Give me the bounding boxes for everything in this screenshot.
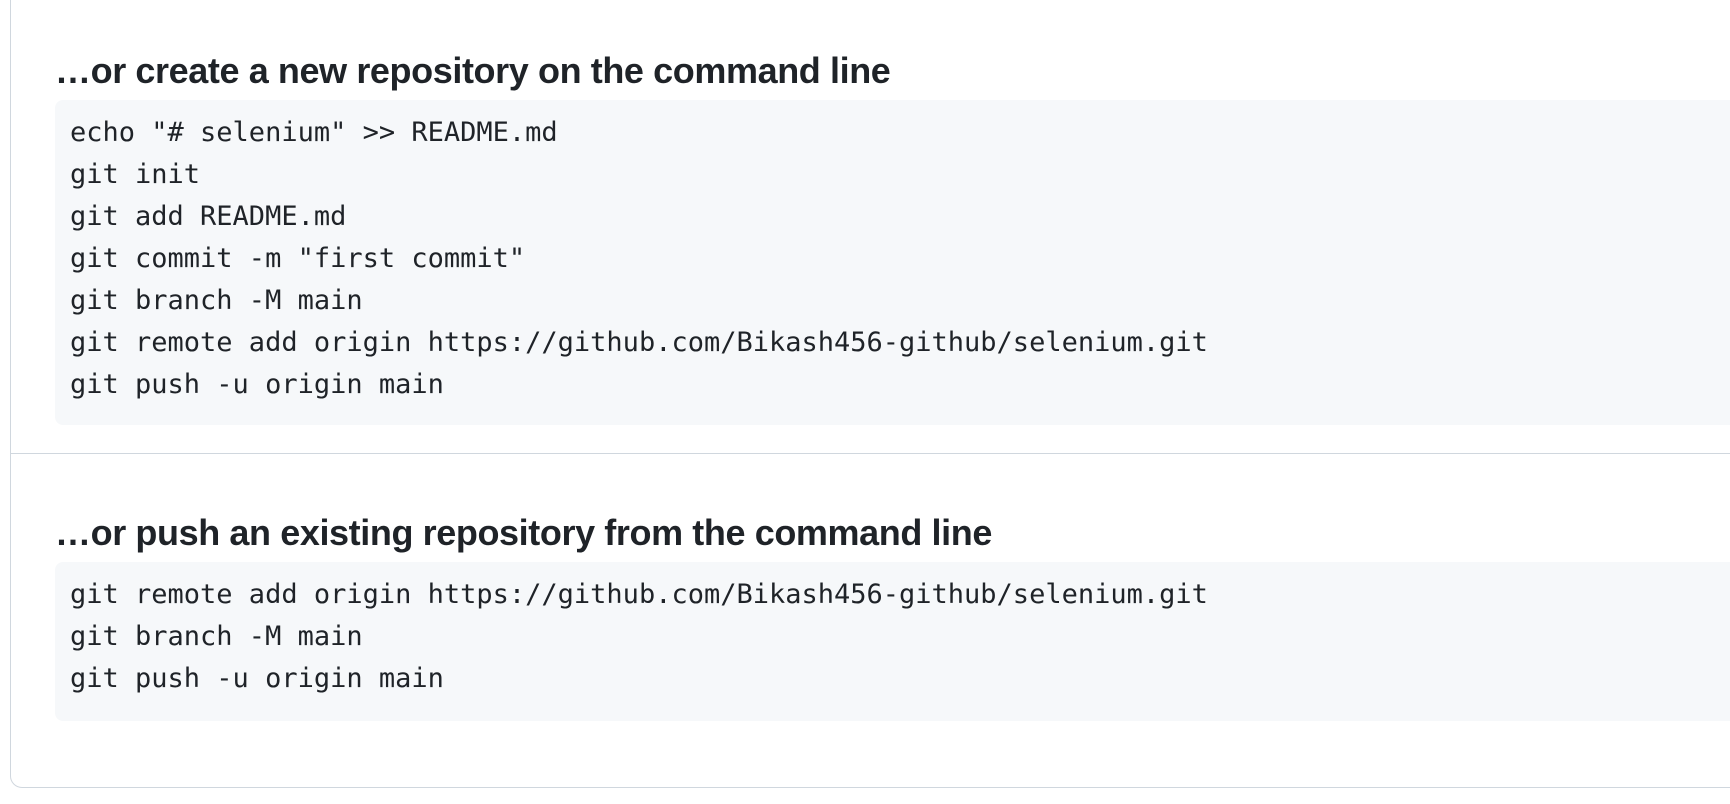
create-repo-section: …or create a new repository on the comma… <box>11 1 1730 454</box>
code-line: git add README.md <box>70 201 347 232</box>
code-line: git commit -m "first commit" <box>70 243 526 274</box>
push-existing-code-block[interactable]: git remote add origin https://github.com… <box>55 562 1730 721</box>
code-line: git remote add origin https://github.com… <box>70 327 1208 358</box>
code-line: git remote add origin https://github.com… <box>70 579 1208 610</box>
create-repo-heading: …or create a new repository on the comma… <box>55 50 891 91</box>
create-repo-code-block[interactable]: echo "# selenium" >> README.md git init … <box>55 100 1730 425</box>
code-line: git push -u origin main <box>70 663 444 694</box>
code-line: git branch -M main <box>70 621 363 652</box>
code-line: git init <box>70 159 201 190</box>
push-existing-section: …or push an existing repository from the… <box>11 454 1730 769</box>
code-line: echo "# selenium" >> README.md <box>70 117 558 148</box>
push-existing-heading: …or push an existing repository from the… <box>55 512 992 553</box>
code-line: git push -u origin main <box>70 369 444 400</box>
quick-setup-panel: …or create a new repository on the comma… <box>10 0 1730 788</box>
code-line: git branch -M main <box>70 285 363 316</box>
